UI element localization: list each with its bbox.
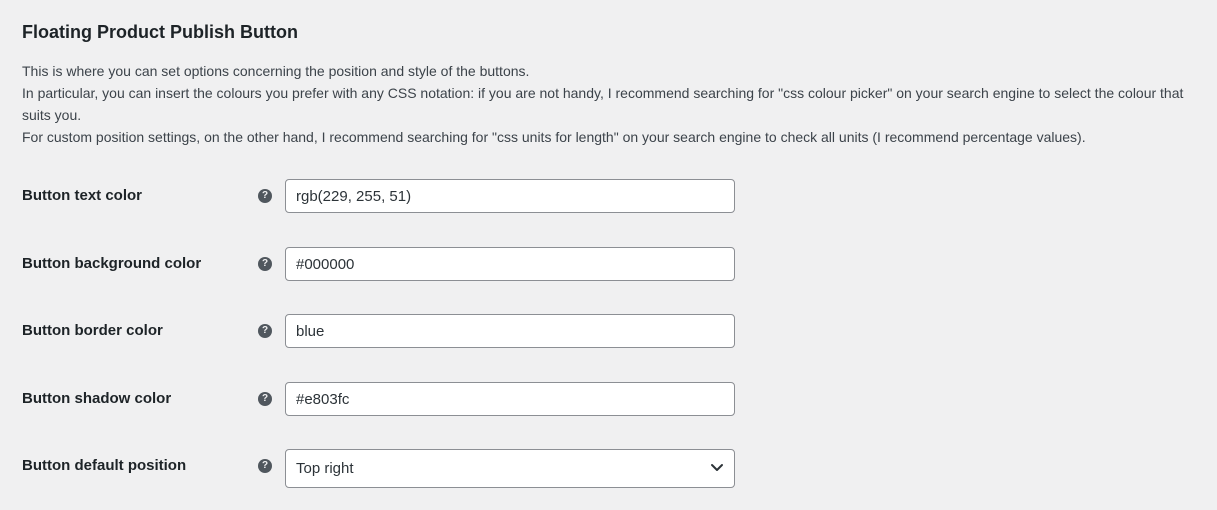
setting-row-border-color: Button border color ?	[0, 314, 1217, 354]
shadow-color-label: Button shadow color	[22, 390, 172, 407]
background-color-input[interactable]	[285, 247, 735, 281]
text-color-label: Button text color	[22, 187, 142, 204]
help-icon[interactable]: ?	[258, 324, 272, 338]
default-position-select[interactable]: Top right	[285, 449, 735, 488]
description-line: For custom position settings, on the oth…	[22, 129, 1086, 145]
help-icon[interactable]: ?	[258, 257, 272, 271]
setting-row-background-color: Button background color ?	[0, 247, 1217, 287]
setting-row-shadow-color: Button shadow color ?	[0, 382, 1217, 422]
default-position-selected: Top right	[296, 460, 354, 477]
default-position-label: Button default position	[22, 457, 187, 474]
help-icon[interactable]: ?	[258, 392, 272, 406]
description-line: In particular, you can insert the colour…	[22, 85, 1184, 123]
chevron-down-icon	[711, 464, 723, 471]
description-line: This is where you can set options concer…	[22, 63, 530, 79]
background-color-label: Button background color	[22, 255, 202, 272]
border-color-input[interactable]	[285, 314, 735, 348]
section-title: Floating Product Publish Button	[22, 22, 298, 42]
border-color-label: Button border color	[22, 322, 163, 339]
setting-row-text-color: Button text color ?	[0, 179, 1217, 219]
help-icon[interactable]: ?	[258, 189, 272, 203]
text-color-input[interactable]	[285, 179, 735, 213]
shadow-color-input[interactable]	[285, 382, 735, 416]
section-description: This is where you can set options concer…	[22, 60, 1212, 148]
setting-row-default-position: Button default position ? Top right	[0, 449, 1217, 489]
help-icon[interactable]: ?	[258, 459, 272, 473]
